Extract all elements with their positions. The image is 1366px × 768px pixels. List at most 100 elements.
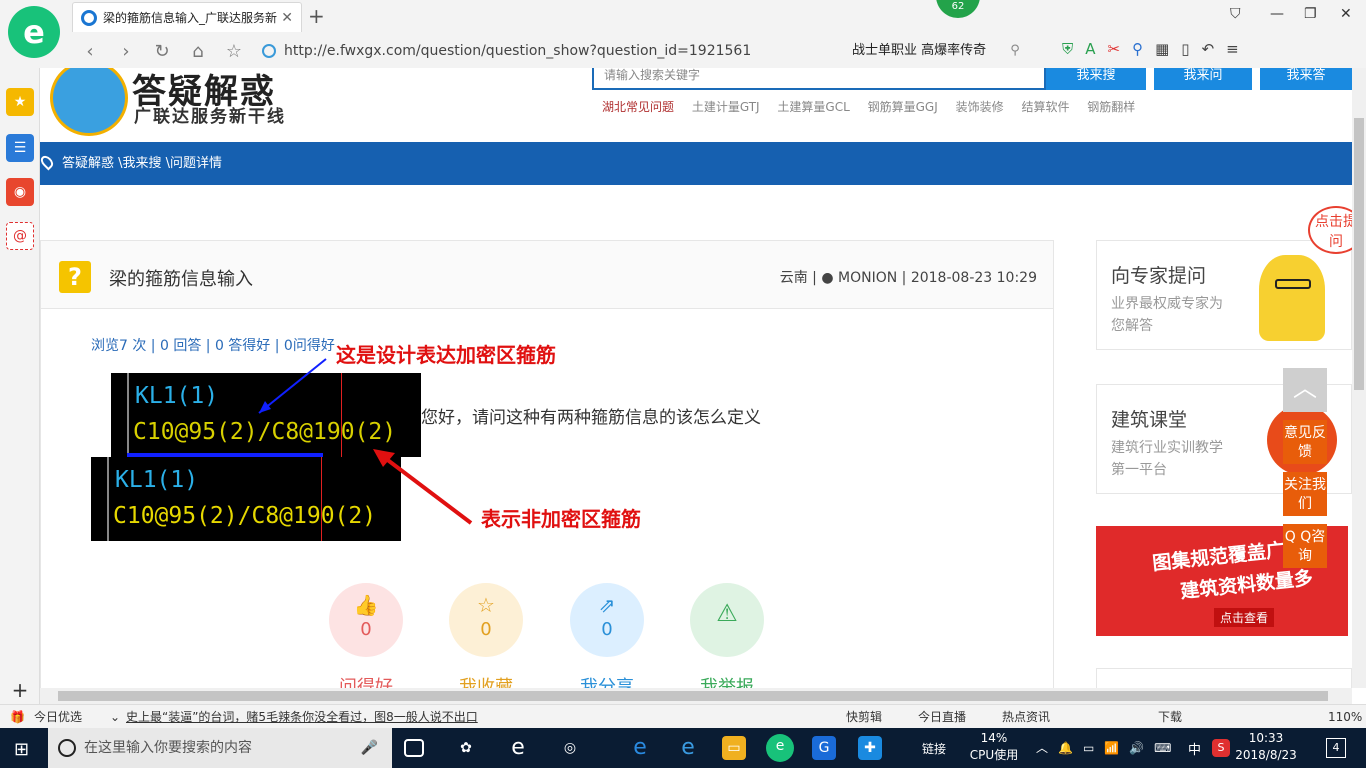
share-button[interactable]: ⇗ 0 [570,583,644,657]
status-item[interactable]: 快剪辑 [846,705,882,729]
answer-button[interactable]: 我来答 [1260,68,1352,90]
news-ticker[interactable]: 史上最“装逼”的台词，赌5毛辣条你没全看过，图8一般人说不出口 [126,705,478,729]
reader-icon[interactable]: ▯ [1181,40,1201,58]
windows-start-icon[interactable]: ⊞ [14,739,29,760]
ask-expert-title: 向专家提问 [1111,265,1207,287]
search-icon[interactable]: ⚲ [1010,43,1020,58]
close-window-button[interactable]: ✕ [1340,6,1352,22]
search-button[interactable]: 我来搜 [1046,68,1146,90]
sidebar-add-icon[interactable]: + [6,676,34,704]
tray-icons[interactable]: ︿🔔▭📶🔊⌨ [1036,739,1181,756]
annotation-non-dense-zone: 表示非加密区箍筋 [481,507,641,531]
shield-icon[interactable]: ⛨ [1062,40,1085,58]
qq-button[interactable]: Q Q咨询 [1283,524,1327,568]
favorite-star-icon[interactable]: ☆ [216,41,252,62]
status-item[interactable]: 今日直播 [918,705,966,729]
category-link[interactable]: 土建计量GTJ [692,100,760,114]
maximize-button[interactable]: ❐ [1304,6,1317,22]
favorite-label[interactable]: 我收藏 [436,673,536,688]
taskbar-clock[interactable]: 10:33 2018/8/23 [1230,730,1302,764]
category-link[interactable]: 土建算量GCL [777,100,849,114]
task-view-icon[interactable] [404,739,424,757]
reading-list-icon[interactable]: ☰ [6,134,34,162]
scissors-icon[interactable]: ✂ [1108,40,1133,58]
thumbs-up-icon: 👍 [353,593,379,617]
scroll-thumb[interactable] [1354,118,1364,390]
category-link[interactable]: 钢筋翻样 [1087,100,1135,114]
web-page: 答疑解惑 广联达服务新干线 请输入搜索关键字 我来搜 我来问 我来答 湖北常见问… [40,68,1352,688]
clock-time: 10:33 [1248,731,1284,745]
daily-picks-link[interactable]: 今日优选 [34,705,82,729]
sogou-icon[interactable]: S [1212,739,1230,757]
report-label[interactable]: 我举报 [677,673,777,688]
ie-e-icon[interactable]: e [506,736,530,760]
chevron-icon: ⌄ [110,710,121,724]
ask-button[interactable]: 我来问 [1154,68,1252,90]
browser-search-input[interactable]: 战士单职业 高爆率传奇 ⚲ [852,40,1042,64]
teamviewer-icon[interactable]: ✚ [858,736,882,760]
microphone-icon[interactable]: 🎤 [361,728,378,768]
follow-button[interactable]: 关注我们 [1283,472,1327,516]
blue-arrow [258,358,327,414]
translate-icon[interactable]: A [1085,40,1107,58]
ask-expert-card[interactable]: 向专家提问 业界最权威专家为您解答 [1096,240,1352,350]
vertical-scrollbar[interactable] [1352,68,1366,688]
favorite-button[interactable]: ☆ 0 [449,583,523,657]
report-button[interactable]: ⚠ [690,583,764,657]
site-search-input[interactable]: 请输入搜索关键字 [592,68,1046,90]
tab-active[interactable]: 梁的箍筋信息输入_广联达服务新 ✕ [72,2,302,32]
horizontal-scrollbar[interactable] [40,688,1352,704]
like-label[interactable]: 问得好 [316,673,416,688]
notification-center-icon[interactable]: 4 [1326,738,1346,758]
link-toolbar[interactable]: 链接 [922,740,946,757]
promo-cta[interactable]: 点击查看 [1214,608,1275,627]
zoom-level[interactable]: 110% [1328,705,1362,729]
mail-icon[interactable]: @ [6,222,34,250]
ring-app-icon[interactable]: ◎ [558,736,582,760]
glodon-icon[interactable]: G [812,736,836,760]
breadcrumb-text[interactable]: 答疑解惑 \我来搜 \问题详情 [62,156,222,171]
url-input[interactable]: http://e.fwxgx.com/question/question_sho… [262,40,902,64]
status-item[interactable]: 热点资讯 [1002,705,1050,729]
new-tab-button[interactable]: + [308,4,325,28]
category-link[interactable]: 装饰装修 [956,100,1004,114]
scroll-thumb[interactable] [58,691,1328,701]
category-link[interactable]: 结算软件 [1021,100,1069,114]
category-link[interactable]: 钢筋算量GGJ [868,100,938,114]
share-icon: ⇗ [598,593,616,617]
refresh-icon[interactable]: ↻ [144,41,180,62]
browser-logo-icon[interactable]: e [8,6,60,58]
edge-icon[interactable]: e [628,736,652,760]
like-button[interactable]: 👍 0 [329,583,403,657]
fan-app-icon[interactable]: ✿ [454,736,478,760]
favorites-icon[interactable]: ★ [6,88,34,116]
weibo-icon[interactable]: ◉ [6,178,34,206]
site-header: 答疑解惑 广联达服务新干线 请输入搜索关键字 我来搜 我来问 我来答 湖北常见问… [40,68,1352,142]
feedback-button[interactable]: 意见反馈 [1283,420,1327,464]
forward-icon[interactable]: › [108,41,144,62]
category-link[interactable]: 湖北常见问题 [602,100,674,114]
tab-close-icon[interactable]: ✕ [281,10,293,26]
share-label[interactable]: 我分享 [557,673,657,688]
apps-icon[interactable]: ▦ [1155,40,1181,58]
taskbar-search-input[interactable]: 在这里输入你要搜索的内容 🎤 [48,728,392,768]
site-mascot-logo[interactable] [50,68,128,136]
minimize-button[interactable]: — [1270,6,1284,22]
windows-taskbar: ⊞ 在这里输入你要搜索的内容 🎤 ✿ e ◎ e e ▭ e G ✚ 链接 14… [0,728,1366,768]
skin-icon[interactable]: ⛉ [1230,6,1241,22]
status-item[interactable]: 下载 [1158,705,1182,729]
undo-icon[interactable]: ↶ [1202,40,1227,58]
clock-date: 2018/8/23 [1235,748,1297,762]
home-icon[interactable]: ⌂ [180,41,216,62]
back-icon[interactable]: ‹ [72,41,108,62]
ime-indicator[interactable]: 中 [1188,739,1201,758]
glasses-icon [1275,279,1311,289]
gift-icon: 🎁 [10,710,25,724]
back-to-top-button[interactable]: ︿ [1283,368,1327,412]
menu-icon[interactable]: ≡ [1226,40,1251,58]
ie-icon[interactable]: e [676,736,700,760]
file-explorer-icon[interactable]: ▭ [722,736,746,760]
magnifier-icon[interactable]: ⚲ [1132,40,1155,58]
browser-active-icon[interactable]: e [766,734,794,762]
score-badge[interactable]: 62 [936,0,980,18]
